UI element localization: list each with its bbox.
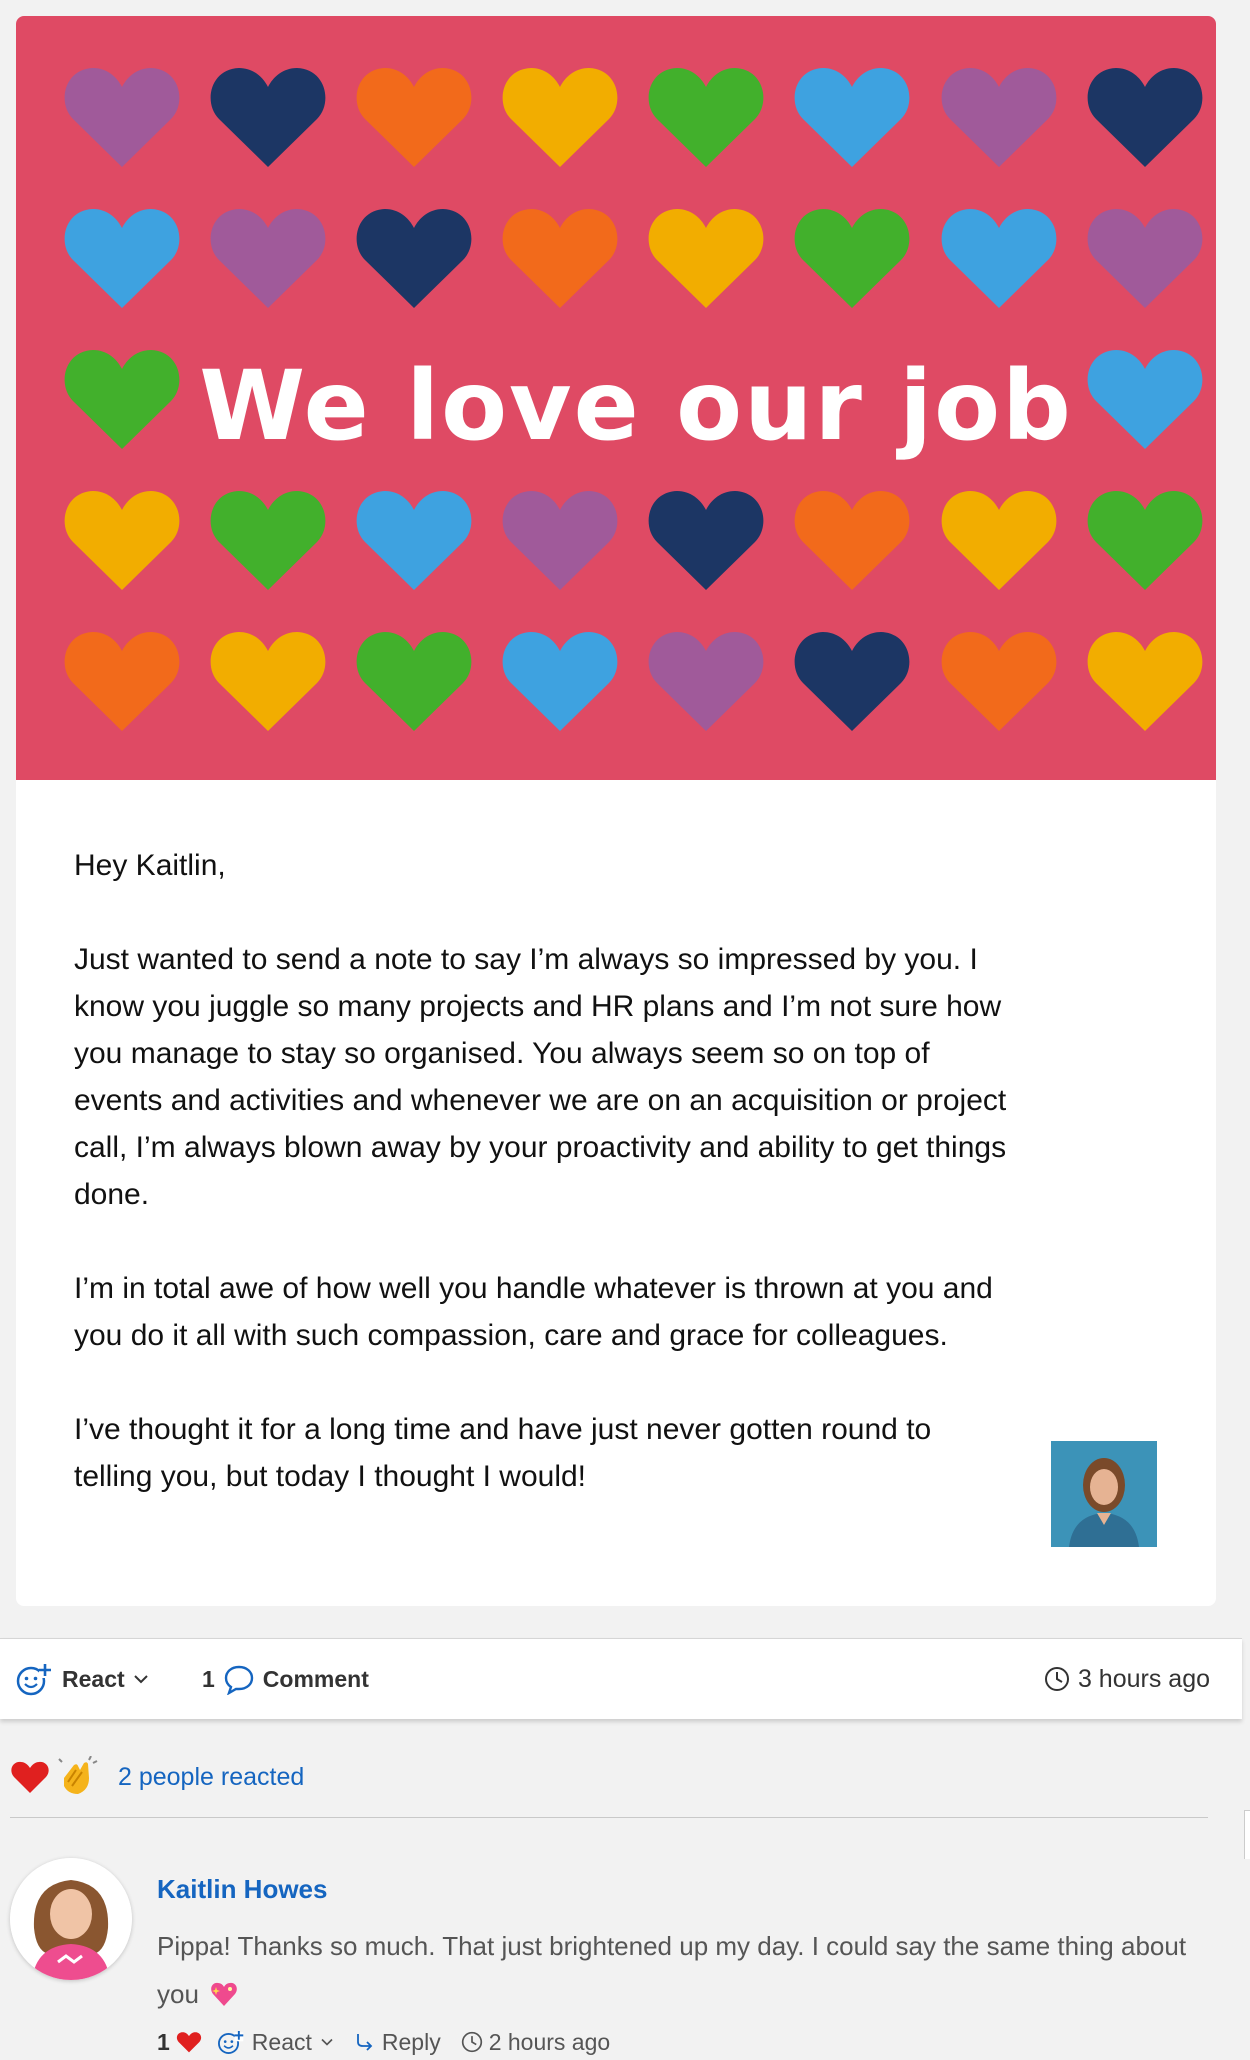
- heart-icon: [64, 491, 180, 590]
- heart-icon: [648, 491, 764, 590]
- heart-icon: [64, 350, 180, 449]
- banner-image: We love our job: [16, 16, 1216, 780]
- banner-title: We love our job: [199, 350, 1073, 462]
- add-reaction-icon: [16, 1664, 51, 1696]
- scrollbar-edge: [1244, 1810, 1250, 1859]
- reply-arrow-icon: [356, 2034, 373, 2051]
- clap-emoji: [58, 1756, 98, 1794]
- heart-icon: [648, 632, 764, 731]
- heart-icon: [648, 209, 764, 308]
- heart-icon: [502, 68, 618, 167]
- post-action-bar: React 1 Comment 3 hours ago: [0, 1638, 1242, 1719]
- heart-icon: [941, 491, 1057, 590]
- divider: [10, 1817, 1208, 1818]
- heart-icon: [502, 632, 618, 731]
- heart-icon: [648, 68, 764, 167]
- comment-label: Comment: [262, 1665, 369, 1692]
- sender-photo: [1051, 1441, 1157, 1547]
- clock-icon: [461, 2031, 482, 2053]
- heart-icon: [941, 68, 1057, 167]
- heart-icon: [356, 68, 472, 167]
- heart-emoji: [11, 1761, 49, 1793]
- heart-icon: [794, 209, 910, 308]
- chevron-down-icon: [133, 1675, 148, 1684]
- react-label: React: [62, 1665, 125, 1692]
- post-card: We love our job Hey Kaitlin, Just wanted…: [16, 16, 1216, 1606]
- heart-icon: [941, 209, 1057, 308]
- message-body: Hey Kaitlin, Just wanted to send a note …: [74, 842, 1014, 1547]
- heart-icon: [210, 491, 326, 590]
- heart-icon: [502, 209, 618, 308]
- comment-timestamp: 2 hours ago: [461, 2029, 610, 2056]
- message-paragraph: Just wanted to send a note to say I’m al…: [74, 943, 1007, 1211]
- heart-icon: [64, 632, 180, 731]
- heart-icon: [1087, 491, 1203, 590]
- comment-bubble-icon: [224, 1665, 253, 1695]
- heart-icon: [502, 491, 618, 590]
- heart-icon: [1087, 209, 1203, 308]
- heart-icon: [1087, 632, 1203, 731]
- heart-icon: [941, 632, 1057, 731]
- reply-button[interactable]: Reply: [354, 2029, 441, 2056]
- heart-icon: [210, 68, 326, 167]
- heart-icon: [210, 632, 326, 731]
- heart-icon: [356, 491, 472, 590]
- comment-react-button[interactable]: React: [216, 2028, 334, 2056]
- comment-text: Pippa! Thanks so much. That just brighte…: [157, 1931, 1187, 2009]
- comment-body: Pippa! Thanks so much. That just brighte…: [157, 1922, 1217, 2018]
- commenter-name[interactable]: Kaitlin Howes: [157, 1874, 327, 1905]
- add-reaction-icon: [217, 2030, 244, 2054]
- message-paragraph: I’ve thought it for a long time and have…: [74, 1413, 932, 1493]
- comment-button[interactable]: 1 Comment: [202, 1639, 369, 1719]
- heart-icon: [64, 68, 180, 167]
- heart-icon: [1087, 350, 1203, 449]
- react-button[interactable]: React: [14, 1639, 149, 1719]
- heart-icon: [210, 209, 326, 308]
- comment-count: 1: [202, 1665, 215, 1692]
- comment-reaction-count: 1: [157, 2028, 170, 2055]
- clock-icon: [1044, 1667, 1069, 1691]
- heart-icon: [356, 209, 472, 308]
- heart-icon: [1087, 68, 1203, 167]
- heart-emoji: [176, 2032, 201, 2053]
- sparkling-heart-emoji: [211, 1982, 237, 2006]
- heart-icon: [64, 209, 180, 308]
- reply-label: Reply: [381, 2028, 441, 2055]
- reactions-summary[interactable]: 2 people reacted: [10, 1755, 304, 1799]
- heart-icon: [356, 632, 472, 731]
- message-paragraph: I’m in total awe of how well you handle …: [74, 1272, 993, 1352]
- heart-icon: [794, 632, 910, 731]
- comment-react-label: React: [251, 2028, 312, 2055]
- comment-time-text: 2 hours ago: [488, 2028, 611, 2055]
- post-time-text: 3 hours ago: [1077, 1664, 1210, 1693]
- heart-icon: [794, 491, 910, 590]
- reactions-link[interactable]: 2 people reacted: [118, 1763, 304, 1792]
- comment-actions: 1 React Reply 2 hours ago: [157, 2024, 610, 2060]
- heart-icon: [794, 68, 910, 167]
- message-greeting: Hey Kaitlin,: [74, 849, 226, 882]
- commenter-avatar[interactable]: [10, 1858, 132, 1980]
- chevron-down-icon: [321, 2038, 333, 2046]
- post-timestamp: 3 hours ago: [1044, 1639, 1210, 1719]
